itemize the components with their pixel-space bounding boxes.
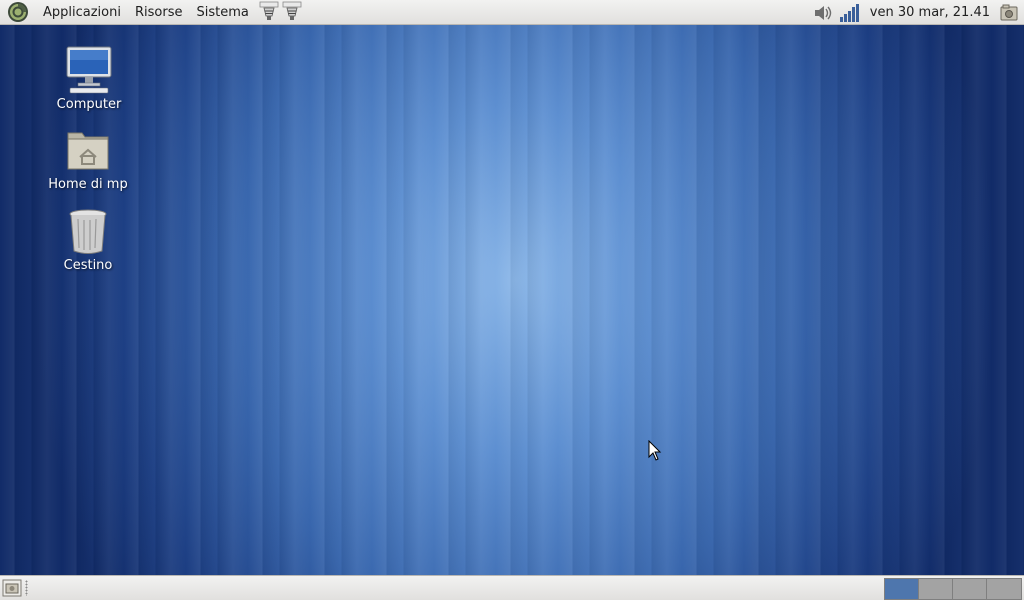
desktop-icon-trash[interactable]: Cestino (40, 208, 136, 273)
workspace-switcher (884, 578, 1022, 600)
launcher-icon[interactable] (259, 1, 279, 23)
mouse-pointer-icon (648, 440, 662, 461)
workspace-4[interactable] (987, 579, 1021, 599)
workspace-1[interactable] (885, 579, 919, 599)
show-desktop-icon[interactable] (2, 579, 22, 597)
trash-icon (69, 209, 107, 254)
menu-applications[interactable]: Applicazioni (36, 0, 128, 25)
desktop-icon-label: Cestino (63, 258, 113, 273)
desktop[interactable]: Computer Home di mp Cestino (0, 25, 1024, 575)
desktop-icon-label: Computer (56, 97, 122, 112)
computer-icon (66, 46, 112, 94)
clock[interactable]: ven 30 mar, 21.41 (870, 5, 990, 20)
desktop-icon-home[interactable]: Home di mp (40, 127, 136, 192)
screenshot-icon[interactable] (1000, 4, 1018, 22)
launcher-icon[interactable] (282, 1, 302, 23)
bottom-panel (0, 575, 1024, 600)
workspace-3[interactable] (953, 579, 987, 599)
network-signal-icon[interactable] (838, 2, 860, 24)
menu-system[interactable]: Sistema (189, 0, 255, 25)
home-folder-icon (67, 132, 109, 170)
top-panel: Applicazioni Risorse Sistema ven 30 mar,… (0, 0, 1024, 25)
system-tray: ven 30 mar, 21.41 (812, 0, 1024, 25)
desktop-icon-computer[interactable]: Computer (41, 45, 137, 112)
menu-places[interactable]: Risorse (128, 0, 190, 25)
panel-handle[interactable] (25, 580, 28, 596)
distro-menu-icon[interactable] (7, 1, 29, 23)
workspace-2[interactable] (919, 579, 953, 599)
volume-icon[interactable] (812, 2, 834, 24)
desktop-icon-label: Home di mp (48, 177, 128, 192)
